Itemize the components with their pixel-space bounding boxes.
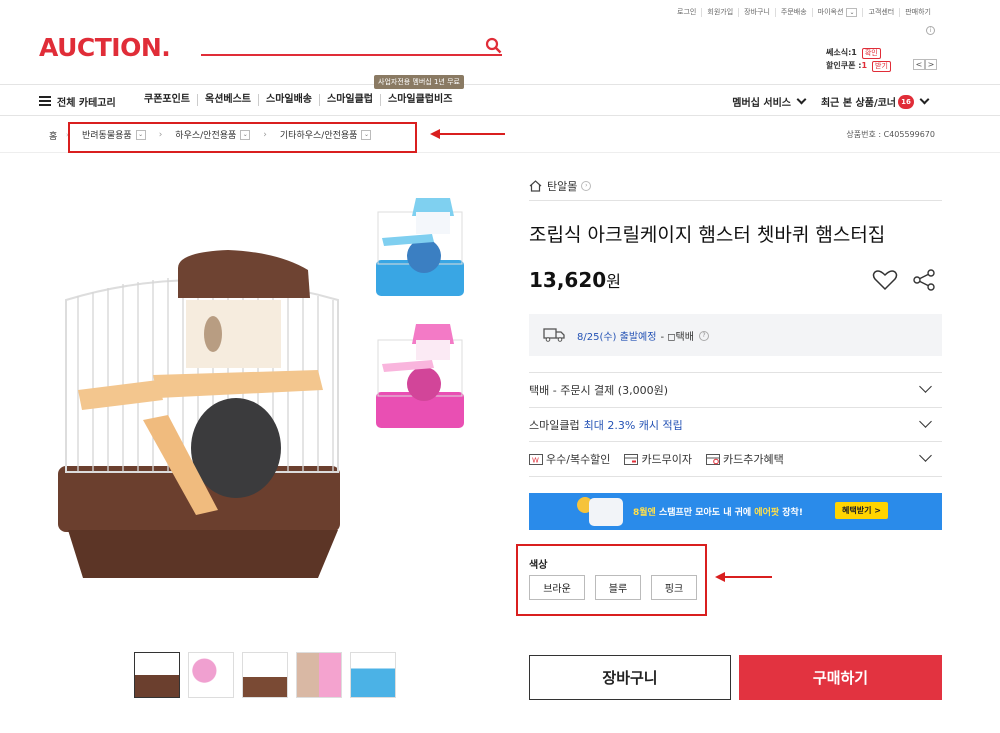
- nav-items: 쿠폰포인트 옥션베스트 스마일배송 스마일클럽 스마일클럽비즈: [144, 94, 459, 106]
- nav-item-smile-delivery[interactable]: 스마일배송: [258, 94, 319, 106]
- chevron-down-icon[interactable]: [919, 380, 932, 393]
- breadcrumb-home[interactable]: 홈: [49, 129, 57, 142]
- chevron-down-icon[interactable]: [919, 449, 932, 462]
- left-arrow-icon: [430, 129, 505, 139]
- store-link[interactable]: 탄알몰 ›: [529, 178, 592, 194]
- help-icon[interactable]: ?: [698, 330, 709, 341]
- add-to-cart-button[interactable]: 장바구니: [529, 655, 731, 700]
- airpods-image: [589, 498, 623, 526]
- utility-links: 로그인 회원가입 장바구니 주문배송 마이옥션 ⌄ 고객센터 판매하기: [672, 8, 936, 17]
- product-title: 조립식 아크릴케이지 햄스터 쳇바퀴 햄스터집: [529, 224, 886, 246]
- chevron-down-icon[interactable]: [919, 415, 932, 428]
- thumbnail-1[interactable]: [134, 652, 180, 698]
- product-code: 상품번호 : C405599670: [846, 130, 935, 139]
- recent-items-menu[interactable]: 최근 본 상품/코너: [821, 94, 896, 109]
- share-icon[interactable]: [911, 268, 937, 292]
- search-input[interactable]: [201, 54, 502, 56]
- variant-image-blue[interactable]: [372, 190, 468, 300]
- nav-item-coupon[interactable]: 쿠폰포인트: [144, 94, 197, 106]
- store-name: 탄알몰: [547, 180, 578, 193]
- menu-icon[interactable]: [39, 96, 51, 106]
- newsletter-count: 쎄소식:1 확인: [826, 47, 881, 59]
- promo-banner[interactable]: 8월엔 스탬프만 모아도 내 귀에 에어팟 장착! 혜택받기 >: [529, 493, 942, 530]
- card-icon: [624, 453, 639, 465]
- product-price: 13,620원: [529, 268, 621, 292]
- svg-text:W: W: [532, 456, 539, 464]
- benefit-discount[interactable]: W 우수/복수할인: [529, 451, 610, 467]
- truck-icon: [543, 328, 565, 342]
- divider: [529, 476, 942, 477]
- thumbnail-5[interactable]: [350, 652, 396, 698]
- confirm-button[interactable]: 확인: [861, 48, 881, 59]
- highlight-box: [516, 544, 707, 616]
- nav-item-smile-club-biz[interactable]: 스마일클럽비즈: [380, 94, 459, 106]
- smileclub-cashback: 최대 2.3% 캐시 적립: [583, 419, 683, 432]
- smileclub-row[interactable]: 스마일클럽 최대 2.3% 캐시 적립: [529, 408, 942, 442]
- shipping-date: 8/25(수) 출발예정: [577, 332, 657, 343]
- signup-link[interactable]: 회원가입: [701, 8, 738, 17]
- chevron-right-icon: ›: [581, 181, 592, 191]
- card-plus-icon: [706, 453, 721, 465]
- recent-count-badge: 16: [898, 94, 914, 109]
- discount-icon: W: [529, 453, 543, 465]
- nav-item-best[interactable]: 옥션베스트: [197, 94, 258, 106]
- prev-arrow-icon[interactable]: <: [913, 59, 925, 70]
- heart-icon[interactable]: [872, 269, 898, 291]
- product-main-image[interactable]: [48, 240, 348, 580]
- mini-pager: < >: [913, 59, 937, 70]
- nav-right: 멤버십 서비스 최근 본 상품/코너 16: [732, 94, 932, 109]
- divider: [529, 200, 942, 201]
- delivery-fee-text: 택배 - 주문시 결제 (3,000원): [529, 384, 668, 397]
- discount-coupon: 할인쿠폰 :1 받기: [826, 60, 891, 72]
- variant-image-pink[interactable]: [372, 320, 468, 430]
- my-auction-link[interactable]: 마이옥션 ⌄: [811, 8, 863, 17]
- benefits-row[interactable]: W 우수/복수할인 카드무이자 카드추가혜택: [529, 442, 942, 476]
- chevron-down-icon: [796, 94, 807, 105]
- next-arrow-icon[interactable]: >: [925, 59, 937, 70]
- get-benefit-button[interactable]: 혜택받기 >: [835, 502, 888, 519]
- receive-coupon-button[interactable]: 받기: [872, 61, 891, 72]
- buy-now-button[interactable]: 구매하기: [739, 655, 942, 700]
- thumbnail-4[interactable]: [296, 652, 342, 698]
- left-arrow-icon: [715, 572, 772, 582]
- chevron-down-icon[interactable]: ⌄: [846, 8, 858, 17]
- orders-link[interactable]: 주문배송: [774, 8, 812, 17]
- thumbnail-2[interactable]: [188, 652, 234, 698]
- main-nav: 전체 카테고리 쿠폰포인트 옥션베스트 스마일배송 스마일클럽 스마일클럽비즈 …: [0, 84, 1000, 116]
- chevron-down-icon[interactable]: [919, 94, 930, 105]
- sell-link[interactable]: 판매하기: [899, 8, 936, 17]
- login-link[interactable]: 로그인: [672, 8, 701, 17]
- membership-service-menu[interactable]: 멤버십 서비스: [732, 94, 791, 109]
- nav-item-smile-club[interactable]: 스마일클럽: [319, 94, 380, 106]
- cart-link[interactable]: 장바구니: [738, 8, 775, 17]
- info-icon[interactable]: i: [926, 26, 935, 35]
- thumbnail-strip: [134, 652, 404, 698]
- customer-center-link[interactable]: 고객센터: [862, 8, 899, 17]
- biz-tooltip: 사업자전용 멤버십 1년 무료: [374, 75, 464, 89]
- benefit-card-extra[interactable]: 카드추가혜택: [706, 451, 784, 467]
- delivery-option-row[interactable]: 택배 - 주문시 결제 (3,000원): [529, 373, 942, 407]
- shipping-info: 8/25(수) 출발예정 - ◻택배 ?: [529, 314, 942, 356]
- shipping-type: - ◻택배: [660, 332, 694, 343]
- auction-logo[interactable]: AUCTION.: [39, 33, 171, 62]
- benefit-interest-free[interactable]: 카드무이자: [624, 451, 692, 467]
- search-icon[interactable]: [485, 37, 502, 54]
- all-category-button[interactable]: 전체 카테고리: [57, 94, 116, 109]
- highlight-box: [68, 122, 417, 153]
- home-icon: [529, 180, 542, 192]
- thumbnail-3[interactable]: [242, 652, 288, 698]
